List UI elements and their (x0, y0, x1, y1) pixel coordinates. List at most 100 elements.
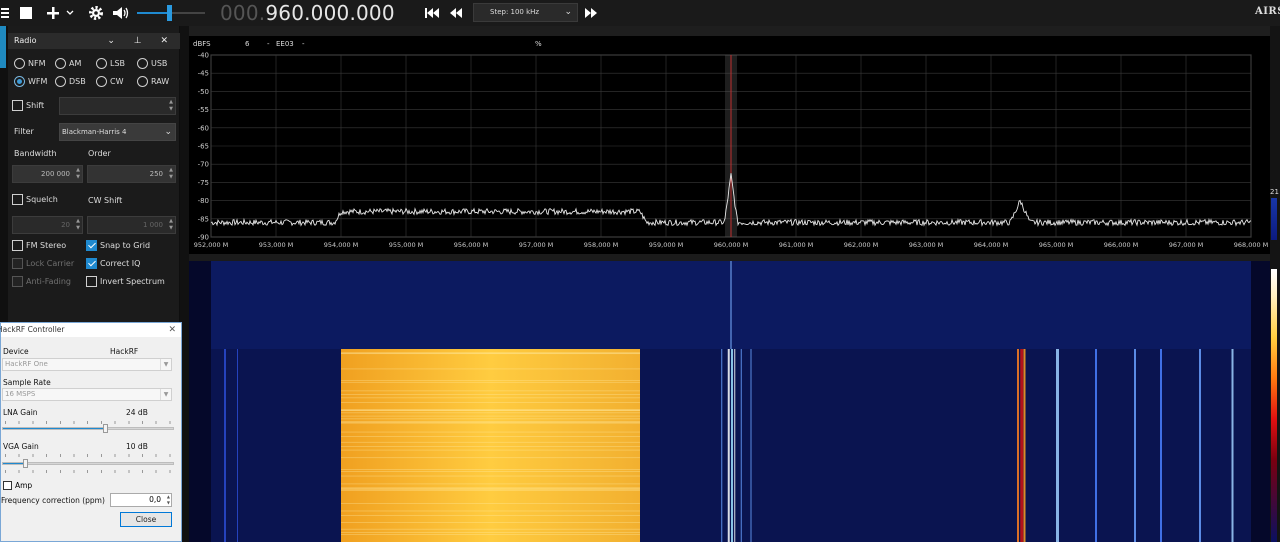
frequency-leading-digits[interactable]: 000. (220, 1, 265, 25)
squelch-label: Squelch (26, 195, 58, 204)
vga-slider-handle[interactable] (23, 459, 29, 468)
shift-label: Shift (26, 101, 45, 110)
bandwidth-label: Bandwidth (14, 149, 57, 158)
frequency-digits[interactable]: 960.000.000 (265, 1, 394, 25)
correct-iq-checkbox[interactable]: Correct IQ (86, 258, 140, 269)
filter-value: Blackman-Harris 4 (62, 128, 127, 136)
gear-icon[interactable] (86, 3, 106, 23)
amp-checkbox[interactable]: Amp (3, 481, 32, 490)
bandwidth-input[interactable]: 200 000 ▲ ▼ (12, 165, 83, 183)
chevron-down-icon: ▼ (160, 389, 171, 400)
squelch-input[interactable]: 20 ▲ ▼ (12, 216, 83, 234)
waterfall-carrier-line (237, 349, 238, 542)
y-tick-label: -80 (198, 197, 209, 205)
dbfs-label: dBFS (193, 40, 211, 48)
checkbox-icon (12, 194, 23, 205)
cw-shift-value: 1 000 (142, 221, 163, 229)
fast-forward-icon[interactable] (583, 3, 599, 23)
skip-back-icon[interactable] (424, 3, 440, 23)
cw-shift-input[interactable]: 1 000 ▲ ▼ (87, 216, 176, 234)
spinner-icon: ▲ ▼ (169, 218, 173, 231)
sample-rate-select[interactable]: 16 MSPS ▼ (2, 388, 172, 401)
stop-icon[interactable] (18, 3, 34, 23)
spinner-icon: ▲ ▼ (76, 167, 80, 180)
waterfall-view[interactable] (189, 261, 1270, 542)
add-icon[interactable] (44, 3, 62, 23)
mode-cw[interactable]: CW (96, 76, 124, 87)
shift-checkbox[interactable]: Shift (12, 100, 44, 111)
mode-label: RAW (151, 77, 170, 86)
correct-iq-label: Correct IQ (100, 259, 141, 268)
volume-slider[interactable] (137, 0, 207, 26)
dock-accent (0, 26, 6, 68)
invert-spectrum-checkbox[interactable]: Invert Spectrum (86, 276, 165, 287)
mode-label: LSB (110, 59, 126, 68)
vga-gain-value: 10 dB (126, 442, 148, 451)
fm-stereo-checkbox[interactable]: FM Stereo (12, 240, 66, 251)
squelch-checkbox[interactable]: Squelch (12, 194, 58, 205)
device-select[interactable]: HackRF One ▼ (2, 358, 172, 371)
anti-fading-label: Anti-Fading (26, 277, 72, 286)
lna-slider-handle[interactable] (103, 424, 108, 433)
mode-am[interactable]: AM (55, 58, 81, 69)
lna-ticks (5, 421, 175, 424)
radio-circle-icon (137, 58, 148, 69)
mode-nfm[interactable]: NFM (14, 58, 46, 69)
filter-select[interactable]: Blackman-Harris 4 ⌄ (59, 123, 176, 141)
spectrum-chart[interactable]: -40-45-50-55-60-65-70-75-80-85-90952,000… (189, 36, 1270, 258)
mode-wfm[interactable]: WFM (14, 76, 47, 87)
y-tick-label: -85 (198, 215, 209, 223)
radio-panel-header: Radio ⌄ ⊥ ✕ (8, 33, 180, 49)
mode-dsb[interactable]: DSB (55, 76, 86, 87)
spinner-icon: ▲ ▼ (169, 167, 173, 180)
snap-to-grid-checkbox[interactable]: Snap to Grid (86, 240, 150, 251)
order-input[interactable]: 250 ▲ ▼ (87, 165, 176, 183)
radio-circle-icon (137, 76, 148, 87)
dialog-title-bar[interactable]: HackRF Controller ✕ (0, 323, 181, 337)
vga-gain-label: VGA Gain (3, 442, 39, 451)
waterfall-carrier-line (1095, 349, 1097, 542)
vga-gain-slider[interactable] (2, 459, 174, 468)
close-button[interactable]: Close (120, 512, 172, 527)
chevron-down-icon[interactable] (64, 3, 76, 23)
lock-carrier-checkbox[interactable]: Lock Carrier (12, 258, 74, 269)
waterfall-carrier-line (731, 349, 733, 542)
vga-ticks (5, 454, 175, 457)
checkbox-icon (86, 276, 97, 287)
close-icon[interactable]: ✕ (168, 323, 176, 337)
spectrum-waterfall-splitter[interactable] (189, 254, 1270, 261)
level-bar[interactable]: 21 (1270, 26, 1280, 542)
lna-gain-slider[interactable] (2, 424, 174, 433)
mode-usb[interactable]: USB (137, 58, 167, 69)
waterfall-carrier-line (1134, 349, 1136, 542)
freq-correction-input[interactable]: 0,0 ▲ ▼ (110, 493, 172, 507)
y-tick-label: -40 (198, 52, 209, 60)
x-tick-label: 954,000 M (324, 241, 359, 249)
hamburger-icon[interactable] (0, 3, 10, 23)
radio-circle-icon (14, 58, 25, 69)
level-meter (1271, 198, 1277, 240)
radio-circle-icon (96, 58, 107, 69)
waterfall-carrier-line (1017, 349, 1019, 542)
order-label: Order (88, 149, 111, 158)
checkbox-icon (12, 100, 23, 111)
shift-input[interactable]: ▲ ▼ (59, 97, 176, 115)
checkbox-checked-icon (86, 258, 97, 269)
radio-circle-selected-icon (14, 76, 25, 87)
panel-title: Radio (14, 36, 37, 45)
checkbox-icon (12, 258, 23, 269)
rewind-icon[interactable] (448, 3, 464, 23)
mode-raw[interactable]: RAW (137, 76, 169, 87)
panel-window-controls[interactable]: ⌄ ⊥ ✕ (107, 33, 176, 49)
sample-rate-value: 16 MSPS (5, 390, 36, 398)
anti-fading-checkbox[interactable]: Anti-Fading (12, 276, 71, 287)
sample-rate-label: Sample Rate (3, 378, 51, 387)
x-tick-label: 964,000 M (974, 241, 1009, 249)
device-name: HackRF (110, 347, 139, 356)
x-tick-label: 956,000 M (454, 241, 489, 249)
mode-lsb[interactable]: LSB (96, 58, 125, 69)
step-select[interactable]: Step: 100 kHz ⌄ (473, 3, 578, 22)
speaker-icon[interactable] (111, 3, 131, 23)
frequency-display[interactable]: 000.960.000.000 (220, 0, 395, 26)
mode-label: DSB (69, 77, 86, 86)
